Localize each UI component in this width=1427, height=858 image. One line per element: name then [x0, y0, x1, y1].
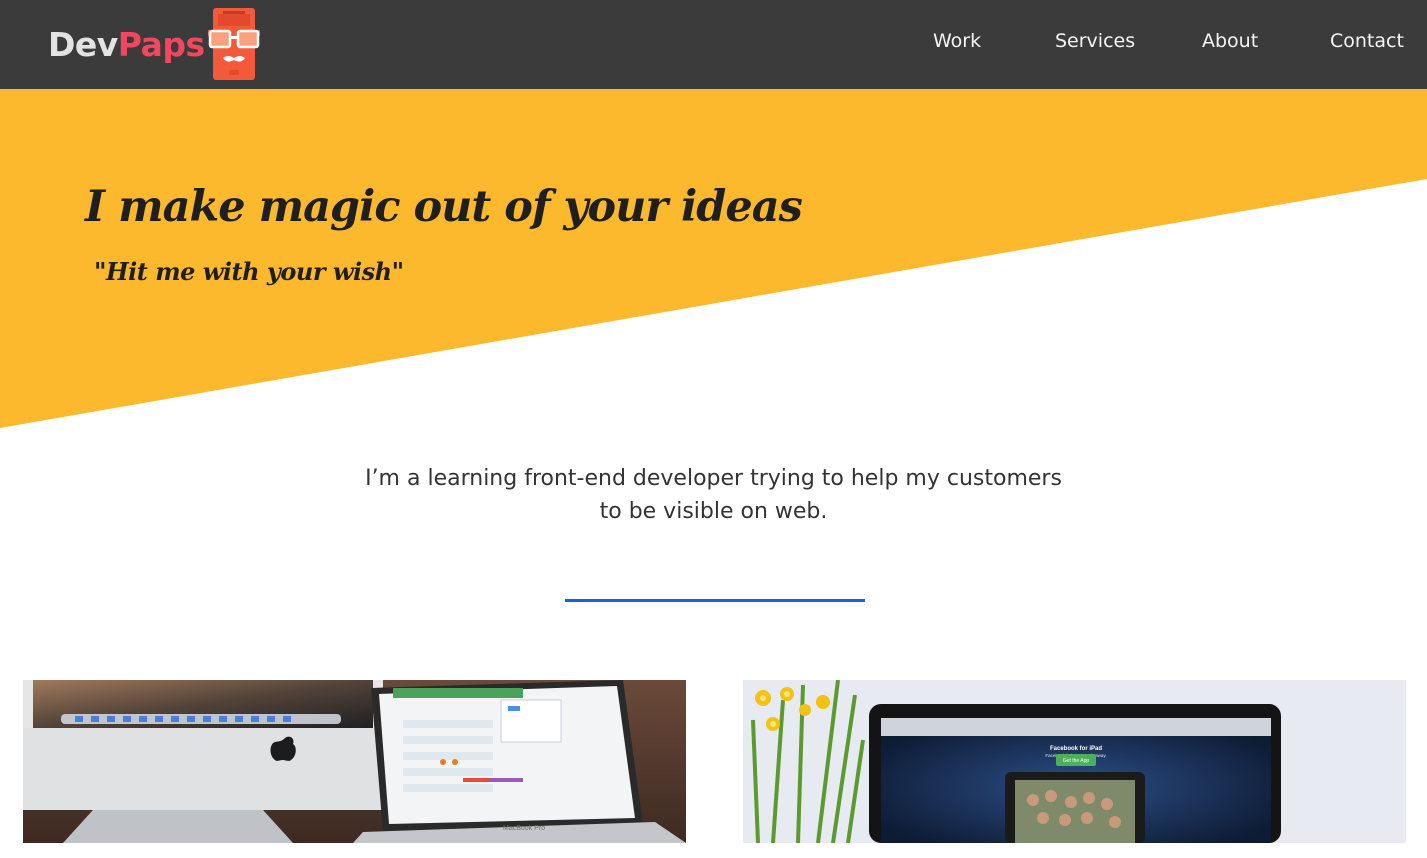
imac-macbook-calendar-photo: MacBook Pro: [23, 680, 686, 843]
nav-link-about[interactable]: About: [1202, 30, 1258, 52]
intro-section: I’m a learning front-end developer tryin…: [0, 462, 1427, 528]
intro-line-2: to be visible on web.: [599, 499, 828, 524]
nav-link-contact[interactable]: Contact: [1330, 30, 1404, 52]
macbook-label: MacBook Pro: [503, 825, 545, 832]
portfolio-card-1[interactable]: MacBook Pro: [23, 680, 686, 843]
logo-part-dev: Dev: [48, 24, 118, 64]
hero-title: I make magic out of your ideas: [85, 182, 803, 232]
section-divider: [565, 599, 865, 602]
hero-section: I make magic out of your ideas "Hit me w…: [0, 89, 1427, 434]
screen-button-label: Get the App: [1063, 758, 1090, 764]
screen-title: Facebook for iPad: [1050, 746, 1102, 752]
portfolio-card-2[interactable]: Facebook for iPad Facebook is just a tou…: [743, 680, 1406, 843]
nav-link-work[interactable]: Work: [933, 30, 981, 52]
logo-wordmark: DevPaps: [48, 25, 205, 64]
hero-subtitle: "Hit me with your wish": [94, 257, 404, 286]
logo-phone-mustache-icon: [208, 8, 260, 80]
logo-part-paps: Paps: [117, 24, 205, 64]
laptop-facebook-for-ipad-photo: Facebook for iPad Facebook is just a tou…: [743, 680, 1406, 843]
intro-line-1: I’m a learning front-end developer tryin…: [365, 466, 1062, 491]
top-navbar: DevPaps Work Services About Contact: [0, 0, 1427, 89]
site-logo[interactable]: DevPaps: [48, 8, 260, 80]
nav-link-services[interactable]: Services: [1055, 30, 1135, 52]
